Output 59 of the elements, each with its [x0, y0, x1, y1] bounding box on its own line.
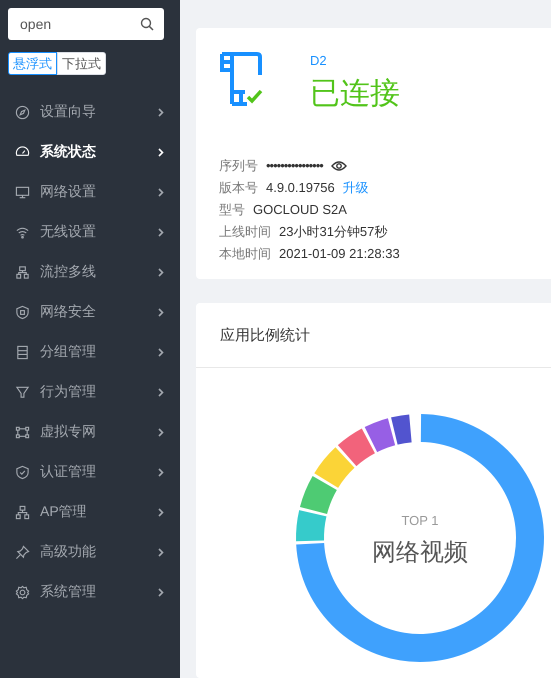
- menu-item-icon: [15, 584, 30, 600]
- device-name: D2: [310, 53, 328, 68]
- mode-toggle-button[interactable]: 下拉式: [57, 52, 106, 75]
- chevron-right-icon: [158, 148, 164, 156]
- info-label: 本地时间: [219, 244, 271, 262]
- menu-item[interactable]: 分组管理: [0, 332, 180, 372]
- menu-item[interactable]: 流控多线: [0, 252, 180, 292]
- chevron-right-icon: [158, 588, 164, 596]
- menu-item[interactable]: 系统状态: [0, 132, 180, 172]
- connection-status: 已连接: [310, 76, 400, 112]
- menu-item-icon: [15, 304, 30, 320]
- info-value: GOCLOUD S2A: [253, 202, 347, 217]
- card-title: 应用比例统计: [220, 326, 310, 344]
- chevron-right-icon: [158, 308, 164, 316]
- info-label: 序列号: [219, 156, 258, 174]
- mode-toggle-button[interactable]: 悬浮式: [8, 52, 57, 75]
- info-value: ••••••••••••••••: [266, 158, 323, 173]
- chevron-right-icon: [158, 508, 164, 516]
- info-value: 2021-01-09 21:28:33: [279, 246, 400, 261]
- rank-caption: TOP 1: [401, 513, 439, 528]
- menu-item-icon: [15, 264, 30, 280]
- upgrade-link[interactable]: 升级: [342, 178, 369, 196]
- menu-item-icon: [15, 104, 30, 120]
- info-value: 4.9.0.19756: [266, 180, 335, 195]
- info-value: 23小时31分钟57秒: [279, 222, 388, 240]
- menu-item[interactable]: 认证管理: [0, 452, 180, 492]
- chevron-right-icon: [158, 348, 164, 356]
- info-label: 上线时间: [219, 222, 271, 240]
- menu-item-icon: [15, 464, 30, 480]
- chevron-right-icon: [158, 188, 164, 196]
- menu-item[interactable]: 无线设置: [0, 212, 180, 252]
- menu-item-icon: [15, 184, 30, 200]
- chevron-right-icon: [158, 268, 164, 276]
- menu-item[interactable]: 设置向导: [0, 92, 180, 132]
- eye-icon[interactable]: [330, 160, 347, 172]
- search-field[interactable]: open: [8, 8, 164, 40]
- info-label: 版本号: [219, 178, 258, 196]
- menu-item[interactable]: 虚拟专网: [0, 412, 180, 452]
- menu-item-icon: [15, 384, 30, 400]
- search-icon[interactable]: [140, 17, 154, 31]
- menu-item[interactable]: AP管理: [0, 492, 180, 532]
- menu-item[interactable]: 网络安全: [0, 292, 180, 332]
- chevron-right-icon: [158, 428, 164, 436]
- menu-item-icon: [15, 504, 30, 520]
- chevron-right-icon: [158, 388, 164, 396]
- chevron-right-icon: [158, 548, 164, 556]
- menu-item[interactable]: 高级功能: [0, 532, 180, 572]
- menu-item-icon: [15, 224, 30, 240]
- info-label: 型号: [219, 200, 245, 218]
- menu-item-icon: [15, 544, 30, 560]
- menu-item-icon: [15, 424, 30, 440]
- chevron-right-icon: [158, 228, 164, 236]
- chevron-right-icon: [158, 468, 164, 476]
- menu-item[interactable]: 系统管理: [0, 572, 180, 612]
- menu-item[interactable]: 网络设置: [0, 172, 180, 212]
- top-app-label: 网络视频: [372, 538, 468, 568]
- menu-item[interactable]: 行为管理: [0, 372, 180, 412]
- chevron-right-icon: [158, 108, 164, 116]
- menu-item-icon: [15, 344, 30, 360]
